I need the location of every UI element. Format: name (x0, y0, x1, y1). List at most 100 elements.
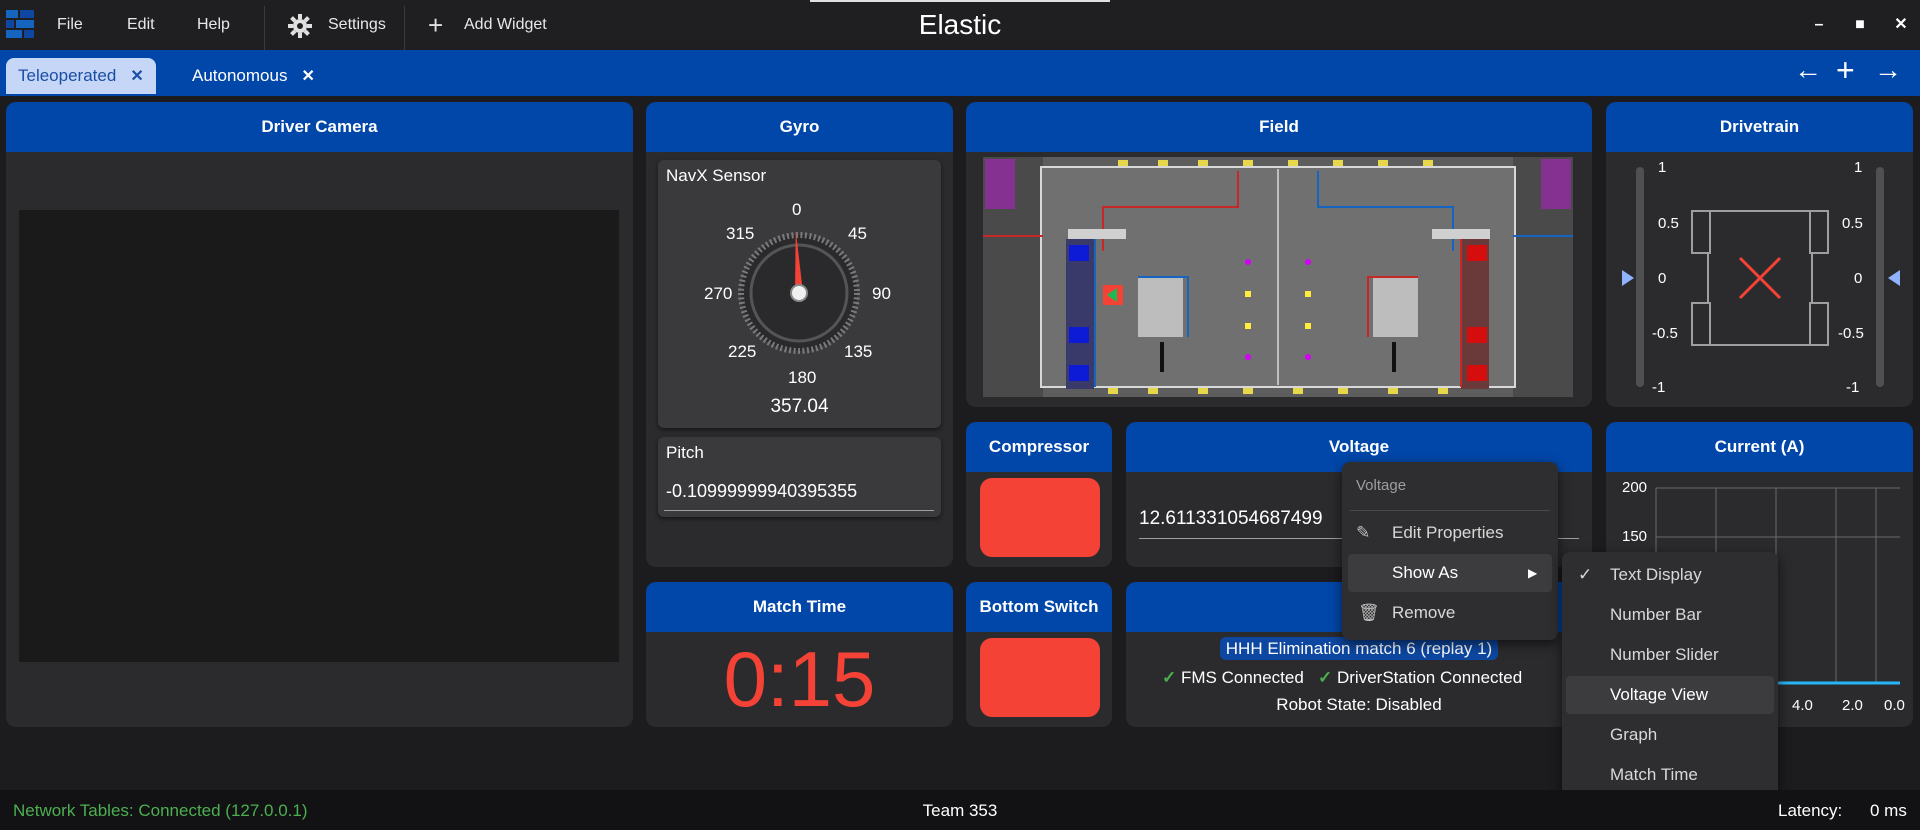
submenu-item-number-slider[interactable]: Number Slider (1562, 636, 1778, 674)
tab-label: Teleoperated (18, 66, 117, 85)
dial-label-180: 180 (788, 368, 817, 387)
plus-icon[interactable]: + (1836, 52, 1855, 89)
plus-icon: + (428, 10, 444, 40)
dial-label-225: 225 (728, 342, 757, 361)
submenu-item-voltage-view[interactable]: Voltage View (1566, 676, 1774, 714)
right-speed-indicator (1888, 270, 1900, 286)
show-as-item[interactable]: Show As ▶ (1348, 554, 1552, 592)
left-tick: 0 (1658, 270, 1667, 287)
menu-divider (404, 6, 405, 50)
boolean-indicator (980, 478, 1100, 557)
widget-title: Gyro (646, 102, 953, 152)
app-logo-icon (6, 10, 34, 38)
team-number: Team 353 (922, 801, 998, 820)
status-bar: Network Tables: Connected (127.0.0.1) Te… (0, 790, 1920, 830)
field-map (983, 157, 1573, 397)
y-tick: 200 (1622, 479, 1648, 496)
close-tab-icon[interactable]: ✕ (130, 68, 143, 85)
widget-title: Compressor (966, 422, 1112, 472)
left-tick: 1 (1658, 159, 1667, 176)
left-tick: -0.5 (1652, 325, 1678, 342)
x-tick: 4.0 (1792, 697, 1813, 714)
submenu-item-label: Match Time (1610, 765, 1698, 784)
right-tick: -1 (1846, 379, 1860, 396)
submenu-item-number-bar[interactable]: Number Bar (1562, 596, 1778, 634)
gyro-widget[interactable]: Gyro NavX Sensor 0 45 90 135 180 225 270… (646, 102, 953, 567)
dial-label-315: 315 (726, 224, 755, 243)
dial-label-45: 45 (848, 224, 867, 243)
connection-row: ✓ FMS Connected ✓ DriverStation Connecte… (1162, 668, 1522, 688)
minimize-icon[interactable]: – (1806, 12, 1832, 38)
fms-connected-label: FMS Connected (1180, 668, 1304, 687)
robot-state: Robot State: Disabled (1276, 695, 1442, 714)
right-tick: 0 (1854, 270, 1863, 287)
tab-autonomous[interactable]: Autonomous ✕ (180, 58, 327, 94)
robot-chassis-icon (1691, 210, 1829, 346)
submenu-item-match-time[interactable]: Match Time (1562, 756, 1778, 794)
left-speed-indicator (1622, 270, 1634, 286)
widget-context-menu: Voltage ✎ Edit Properties Show As ▶ 🗑 Re… (1342, 462, 1558, 640)
tab-bar: Teleoperated ✕ Autonomous ✕ ← + → (0, 50, 1920, 96)
submenu-item-text-display[interactable]: ✓ Text Display (1562, 556, 1778, 594)
dial-label-0: 0 (792, 200, 802, 219)
submenu-item-label: Text Display (1610, 565, 1702, 584)
pencil-icon: ✎ (1356, 523, 1371, 542)
gear-icon (288, 14, 312, 38)
edit-properties-item[interactable]: ✎ Edit Properties (1342, 514, 1558, 552)
voltage-value: 12.611331054687499 (1139, 508, 1323, 529)
widget-title: Field (966, 102, 1592, 152)
widget-title: Drivetrain (1606, 102, 1913, 152)
driver-camera-widget[interactable]: Driver Camera (6, 102, 633, 727)
remove-item[interactable]: 🗑 Remove (1342, 594, 1558, 632)
pitch-value: -0.10999999940395355 (666, 481, 858, 501)
check-icon: ✓ (1578, 565, 1593, 584)
field-widget[interactable]: Field (966, 102, 1592, 407)
ds-connected-label: DriverStation Connected (1336, 668, 1523, 687)
latency-label: Latency: (1778, 801, 1843, 820)
right-tick: 0.5 (1842, 215, 1863, 232)
show-as-label: Show As (1392, 563, 1459, 582)
tab-teleoperated[interactable]: Teleoperated ✕ (6, 58, 156, 94)
camera-feed (19, 210, 619, 662)
arrow-left-icon[interactable]: ← (1794, 54, 1822, 86)
dial-label-135: 135 (844, 342, 873, 361)
heading-value: 357.04 (770, 396, 829, 417)
submenu-item-label: Number Slider (1610, 645, 1719, 664)
latency-value: 0 ms (1870, 801, 1907, 820)
bottom-switch-widget[interactable]: Bottom Switch (966, 582, 1112, 727)
submenu-item-label: Graph (1610, 725, 1658, 744)
navx-sensor-panel: NavX Sensor 0 45 90 135 180 225 270 315 … (658, 160, 941, 428)
menu-file[interactable]: File (57, 0, 83, 50)
widget-title: Match Time (646, 582, 953, 632)
submenu-item-label: Number Bar (1610, 605, 1702, 624)
right-tick: 1 (1854, 159, 1863, 176)
match-time-widget[interactable]: Match Time 0:15 (646, 582, 953, 727)
arrow-right-icon[interactable]: → (1874, 54, 1902, 86)
right-tick: -0.5 (1838, 325, 1864, 342)
remove-label: Remove (1392, 603, 1456, 622)
drag-indicator (810, 0, 1110, 2)
edit-properties-label: Edit Properties (1392, 523, 1504, 542)
pitch-underline (664, 510, 934, 511)
widget-title: Bottom Switch (966, 582, 1112, 632)
pitch-panel: Pitch -0.10999999940395355 (658, 437, 941, 517)
menu-edit[interactable]: Edit (127, 0, 155, 50)
submenu-item-label: Voltage View (1610, 685, 1708, 704)
dial-label-270: 270 (704, 284, 733, 303)
context-menu-header: Voltage (1356, 477, 1407, 494)
menu-divider (1350, 510, 1550, 511)
close-tab-icon[interactable]: ✕ (301, 68, 314, 85)
settings-label: Settings (328, 16, 386, 33)
menu-divider (264, 6, 265, 50)
add-widget-label: Add Widget (464, 16, 547, 33)
compressor-widget[interactable]: Compressor (966, 422, 1112, 567)
y-tick: 150 (1622, 528, 1648, 545)
maximize-icon[interactable]: ■ (1847, 12, 1873, 38)
caret-right-icon: ▶ (1528, 566, 1538, 580)
submenu-item-graph[interactable]: Graph (1562, 716, 1778, 754)
close-icon[interactable]: ✕ (1888, 12, 1914, 38)
menu-help[interactable]: Help (197, 0, 230, 50)
dial-label-90: 90 (872, 284, 891, 303)
drivetrain-widget[interactable]: Drivetrain 1 0.5 0 -0.5 -1 1 0.5 0 -0.5 … (1606, 102, 1913, 407)
x-tick: 2.0 (1842, 697, 1863, 714)
